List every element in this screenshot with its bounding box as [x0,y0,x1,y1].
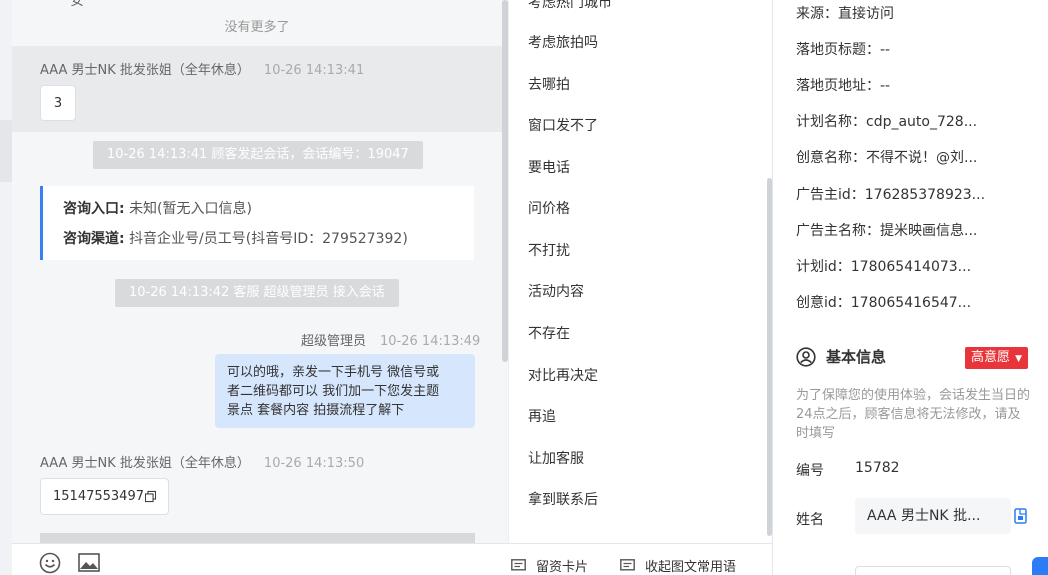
message-line: 者二维码都可以 我们加一下您发主题 [227,384,440,399]
lead-card-label: 留资卡片 [536,560,589,575]
user-circle-icon [796,346,816,367]
consult-channel-row: 咨询渠道: 抖音企业号/员工号(抖音号ID：279527392) [63,228,474,258]
basic-info-title: 基本信息 [826,348,887,366]
intent-level-dropdown[interactable]: 高意愿 ▼ [965,347,1029,369]
quick-phrase-item[interactable]: 考虑旅拍吗 [528,32,598,52]
collapse-icon [620,558,635,571]
message-line: 可以的哦，亲发一下手机号 微信号或 [227,365,440,380]
name-field[interactable]: AAA 男士NK 批... [855,498,1011,534]
consult-info-card: 咨询入口: 未知(暂无入口信息) 咨询渠道: 抖音企业号/员工号(抖音号ID：2… [40,186,474,260]
sender-name: AAA 男士NK 批发张姐（全年休息） [40,456,250,471]
collapse-phrases-label: 收起图文常用语 [645,560,737,575]
detail-landing-url: 落地页地址：-- [796,78,891,94]
quick-phrase-item[interactable]: 让加客服 [528,448,584,468]
basic-info-header: 基本信息 [796,346,886,367]
quick-phrase-item[interactable]: 再追 [528,406,556,426]
sidebar-collapse-tab[interactable] [0,120,12,182]
card-icon [511,558,526,571]
customer-service-workspace: 安 没有更多了 AAA 男士NK 批发张姐（全年休息） 10-26 14:13:4… [0,0,1048,575]
quick-phrase-item[interactable]: 拿到联系后 [528,489,598,509]
consult-entry-label: 咨询入口: [63,201,125,217]
chat-history[interactable]: 安 没有更多了 AAA 男士NK 批发张姐（全年休息） 10-26 14:13:4… [12,0,508,543]
copy-icon[interactable] [1014,508,1029,524]
image-icon[interactable] [78,553,100,572]
quick-phrase-item[interactable]: 不存在 [528,323,570,343]
message-composer [12,543,508,575]
intent-level-value: 高意愿 [971,350,1011,365]
detail-advertiser-name: 广告主名称：提米映画信息... [796,223,978,239]
consult-entry-value: 未知(暂无入口信息) [129,201,252,217]
next-field-input[interactable] [855,566,1011,575]
quick-phrase-item[interactable]: 要电话 [528,157,570,177]
quick-phrases-panel: 考虑热门城市 考虑旅拍吗 去哪拍 窗口发不了 要电话 问价格 不打扰 活动内容 … [508,0,772,543]
detail-source: 来源：直接访问 [796,6,894,22]
quick-phrase-item[interactable]: 不打扰 [528,240,570,260]
consult-channel-label: 咨询渠道: [63,231,125,247]
detail-creative-id: 创意id：178065416547... [796,295,972,311]
quick-phrase-item[interactable]: 考虑热门城市 [528,0,612,12]
message-text: 3 [53,95,63,111]
quick-phrase-item[interactable]: 对比再决定 [528,365,598,385]
id-value: 15782 [855,460,900,476]
lead-card-button[interactable]: 留资卡片 [511,556,588,575]
detail-plan-name: 计划名称：cdp_auto_728... [796,114,978,130]
sender-name: AAA 男士NK 批发张姐（全年休息） [40,63,250,78]
detail-landing-title: 落地页标题：-- [796,42,891,58]
name-label: 姓名 [796,512,824,528]
customer-details-panel: 来源：直接访问 落地页标题：-- 落地页地址：-- 计划名称：cdp_auto_… [772,0,1048,575]
detail-plan-id: 计划id：178065414073... [796,259,972,275]
emoji-icon[interactable] [39,552,61,574]
customer-sender: AAA 男士NK 批发张姐（全年休息） 10-26 14:13:41 [40,59,364,78]
message-time: 10-26 14:13:41 [263,63,365,78]
system-message: 10-26 14:13:41 顾客发起会话，会话编号：19047 [93,141,423,169]
message-time: 10-26 14:13:49 [380,334,481,349]
system-message: 10-26 14:13:42 客服 超级管理员 接入会话 [115,279,399,307]
quick-phrase-item[interactable]: 活动内容 [528,281,584,301]
detail-advertiser-id: 广告主id：176285378923... [796,187,986,203]
sender-name: 超级管理员 [301,334,367,349]
edit-notice: 为了保障您的使用体验，会话发生当日的24点之后，顾客信息将无法修改，请及时填写 [796,388,1031,441]
customer-sender: AAA 男士NK 批发张姐（全年休息） 10-26 14:13:50 [40,452,364,471]
consult-channel-value: 抖音企业号/员工号(抖音号ID：279527392) [129,231,408,247]
no-more-messages: 没有更多了 [224,20,290,35]
quick-phrase-item[interactable]: 窗口发不了 [528,115,598,135]
message-time: 10-26 14:13:50 [263,456,365,471]
agent-message-bubble[interactable]: 可以的哦，亲发一下手机号 微信号或 者二维码都可以 我们加一下您发主题 景点 套… [215,354,475,428]
left-sidebar-strip [0,0,12,575]
quick-phrase-item[interactable]: 去哪拍 [528,74,570,94]
consult-entry-row: 咨询入口: 未知(暂无入口信息) [63,198,474,228]
agent-sender: 超级管理员 10-26 14:13:49 [301,330,480,349]
copy-icon[interactable] [144,490,156,503]
customer-message-bubble[interactable]: 3 [40,85,76,121]
detail-creative-name: 创意名称：不得不说！@刘... [796,150,978,166]
message-line: 景点 套餐内容 拍摄流程了解下 [227,403,405,418]
caret-down-icon: ▼ [1015,354,1023,364]
id-label: 编号 [796,463,824,479]
customer-message-bubble[interactable]: 15147553497 [40,478,169,515]
quick-phrase-item[interactable]: 问价格 [528,198,570,218]
partial-system-message [40,533,475,543]
collapse-phrases-button[interactable]: 收起图文常用语 [620,556,736,575]
phrases-toolbar: 留资卡片 收起图文常用语 [508,543,772,575]
clipped-text: 安 [70,0,84,9]
floating-action-button[interactable] [1032,557,1048,575]
message-text: 15147553497 [53,489,144,504]
